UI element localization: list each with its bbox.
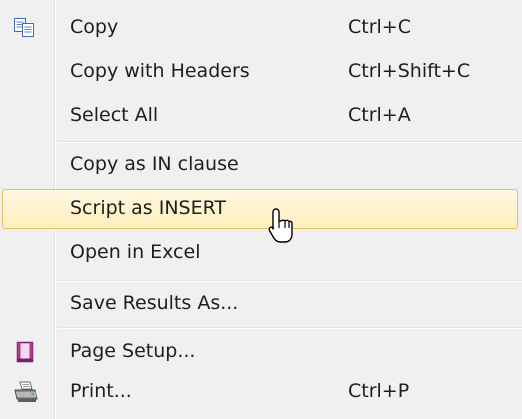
- menu-item-copy[interactable]: Copy Ctrl+C: [0, 8, 522, 47]
- menu-item-label: Copy: [70, 16, 119, 38]
- menu-item-label: Print...: [70, 380, 132, 402]
- menu-item-label: Select All: [70, 104, 159, 126]
- menu-item-shortcut: Ctrl+C: [348, 16, 411, 38]
- menu-item-copy-with-headers[interactable]: Copy with Headers Ctrl+Shift+C: [0, 52, 522, 91]
- menu-separator: [58, 280, 522, 282]
- menu-separator: [58, 141, 522, 143]
- menu-item-label: Script as INSERT: [70, 197, 227, 219]
- menu-item-shortcut: Ctrl+A: [348, 104, 411, 126]
- menu-item-open-in-excel[interactable]: Open in Excel: [0, 233, 522, 272]
- menu-item-select-all[interactable]: Select All Ctrl+A: [0, 96, 522, 135]
- menu-item-print[interactable]: Print... Ctrl+P: [0, 372, 522, 411]
- menu-item-label: Copy with Headers: [70, 60, 250, 82]
- page-setup-icon: [13, 340, 37, 364]
- mouse-pointer-icon: [268, 208, 293, 243]
- menu-item-label: Page Setup...: [70, 340, 196, 362]
- menu-item-label: Copy as IN clause: [70, 153, 239, 175]
- copy-icon: [13, 16, 37, 40]
- menu-item-page-setup[interactable]: Page Setup...: [0, 332, 522, 371]
- menu-separator: [58, 327, 522, 329]
- printer-icon: [13, 380, 38, 404]
- menu-item-copy-as-in-clause[interactable]: Copy as IN clause: [0, 145, 522, 184]
- context-menu: Copy Ctrl+C Copy with Headers Ctrl+Shift…: [0, 0, 522, 419]
- menu-item-save-results-as[interactable]: Save Results As...: [0, 284, 522, 323]
- menu-item-script-as-insert[interactable]: Script as INSERT: [2, 189, 518, 229]
- menu-item-label: Save Results As...: [70, 292, 239, 314]
- menu-item-label: Open in Excel: [70, 241, 201, 263]
- menu-item-shortcut: Ctrl+Shift+C: [348, 60, 471, 82]
- menu-item-shortcut: Ctrl+P: [348, 380, 410, 402]
